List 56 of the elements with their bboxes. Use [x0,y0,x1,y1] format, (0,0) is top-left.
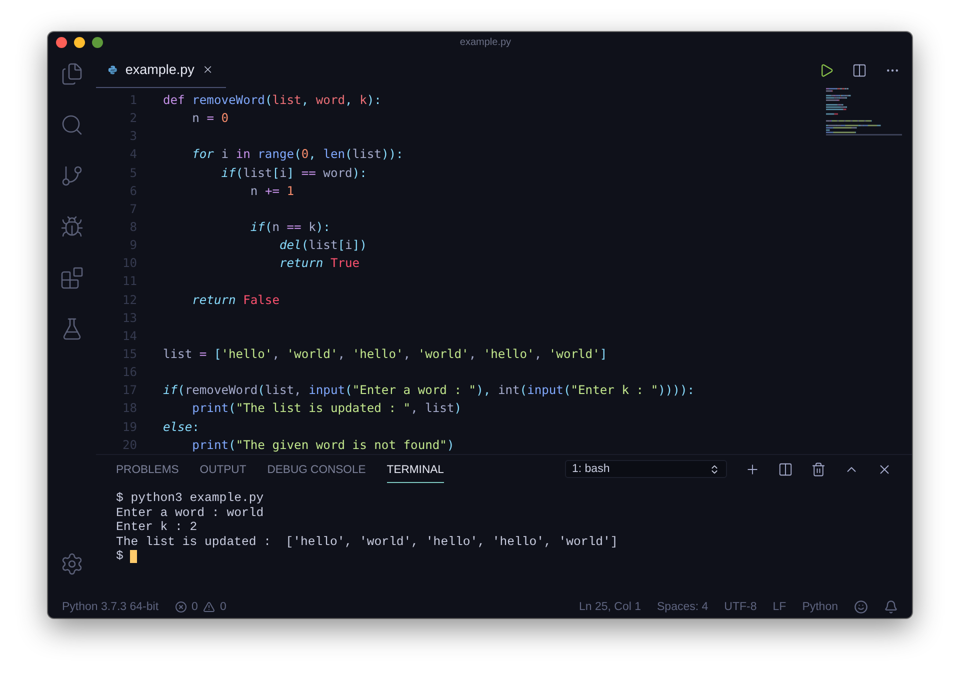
error-count[interactable]: 0 [192,601,198,613]
warning-count[interactable]: 0 [220,601,226,613]
code-line: else: [163,420,200,434]
new-terminal-icon[interactable] [745,462,760,476]
window-title: example.py [460,36,512,48]
bug-icon[interactable] [60,215,84,239]
terminal-cursor [130,550,138,563]
editor-tab[interactable]: example.py [96,52,226,88]
run-icon[interactable] [819,62,834,78]
python-file-icon [108,64,118,76]
smiley-icon[interactable] [854,600,868,614]
code-line: print("The given word is not found") [191,438,454,452]
code-line: list = ['hello', 'world', 'hello', 'world', 'hello', 'world'] [163,347,608,362]
minimap-drawing[interactable] [826,88,902,138]
code-line: n = 0 [191,111,229,126]
extensions-icon[interactable] [60,266,84,290]
source-control-icon[interactable] [60,164,84,188]
line-ending[interactable]: LF [772,601,786,613]
panel-tab[interactable]: DEBUG CONSOLE [267,455,366,483]
terminal-line: The list is updated : ['hello', 'world', 'hello', 'hello', 'world'] [116,534,619,549]
code-line: def removeWord(list, word, k): [163,93,382,108]
search-icon[interactable] [60,113,84,137]
panel-tab[interactable]: TERMINAL [386,455,444,483]
code-line: if(n == k): [249,220,330,234]
explorer-icon[interactable] [60,62,84,86]
zoom-window-button[interactable] [92,36,103,48]
code-line: print("The list is updated : ", list) [191,401,462,416]
cursor-position[interactable]: Ln 25, Col 1 [579,601,642,613]
code-line: if(removeWord(list, input("Enter a word : "), int(input("Enter k : ")))): [163,383,695,398]
terminal-line: $ python3 example.py [116,491,265,506]
language-mode[interactable]: Python [802,601,838,613]
close-window-button[interactable] [56,36,67,48]
split-terminal-icon[interactable] [778,462,793,476]
code-line: if(list[i] == word): [220,166,367,180]
terminal-line: Enter a word : world [116,506,265,520]
split-editor-icon[interactable] [852,62,867,78]
minimize-window-button[interactable] [74,36,85,48]
settings-icon[interactable] [60,552,84,576]
python-interpreter[interactable]: Python 3.7.3 64-bit [62,601,159,613]
terminal-prompt: $ [116,549,124,564]
code-line: for i in range(0, len(list)): [191,147,404,162]
indentation[interactable]: Spaces: 4 [657,601,708,613]
error-icon[interactable] [174,601,187,613]
terminal-select[interactable]: 1: bash [565,460,727,478]
encoding[interactable]: UTF-8 [724,601,757,613]
terminal-line: Enter k : 2 [116,520,198,534]
panel-tab[interactable]: PROBLEMS [116,455,179,483]
code-line: n += 1 [249,184,294,198]
panel-tab[interactable]: OUTPUT [200,455,246,483]
code-line: del(list[i]) [278,238,367,252]
trash-icon[interactable] [811,462,826,476]
select-caret-icon [709,464,720,474]
code-line: return False [191,292,280,307]
warning-icon[interactable] [202,601,215,613]
code-line: return True [278,256,360,270]
bell-icon[interactable] [884,600,898,614]
